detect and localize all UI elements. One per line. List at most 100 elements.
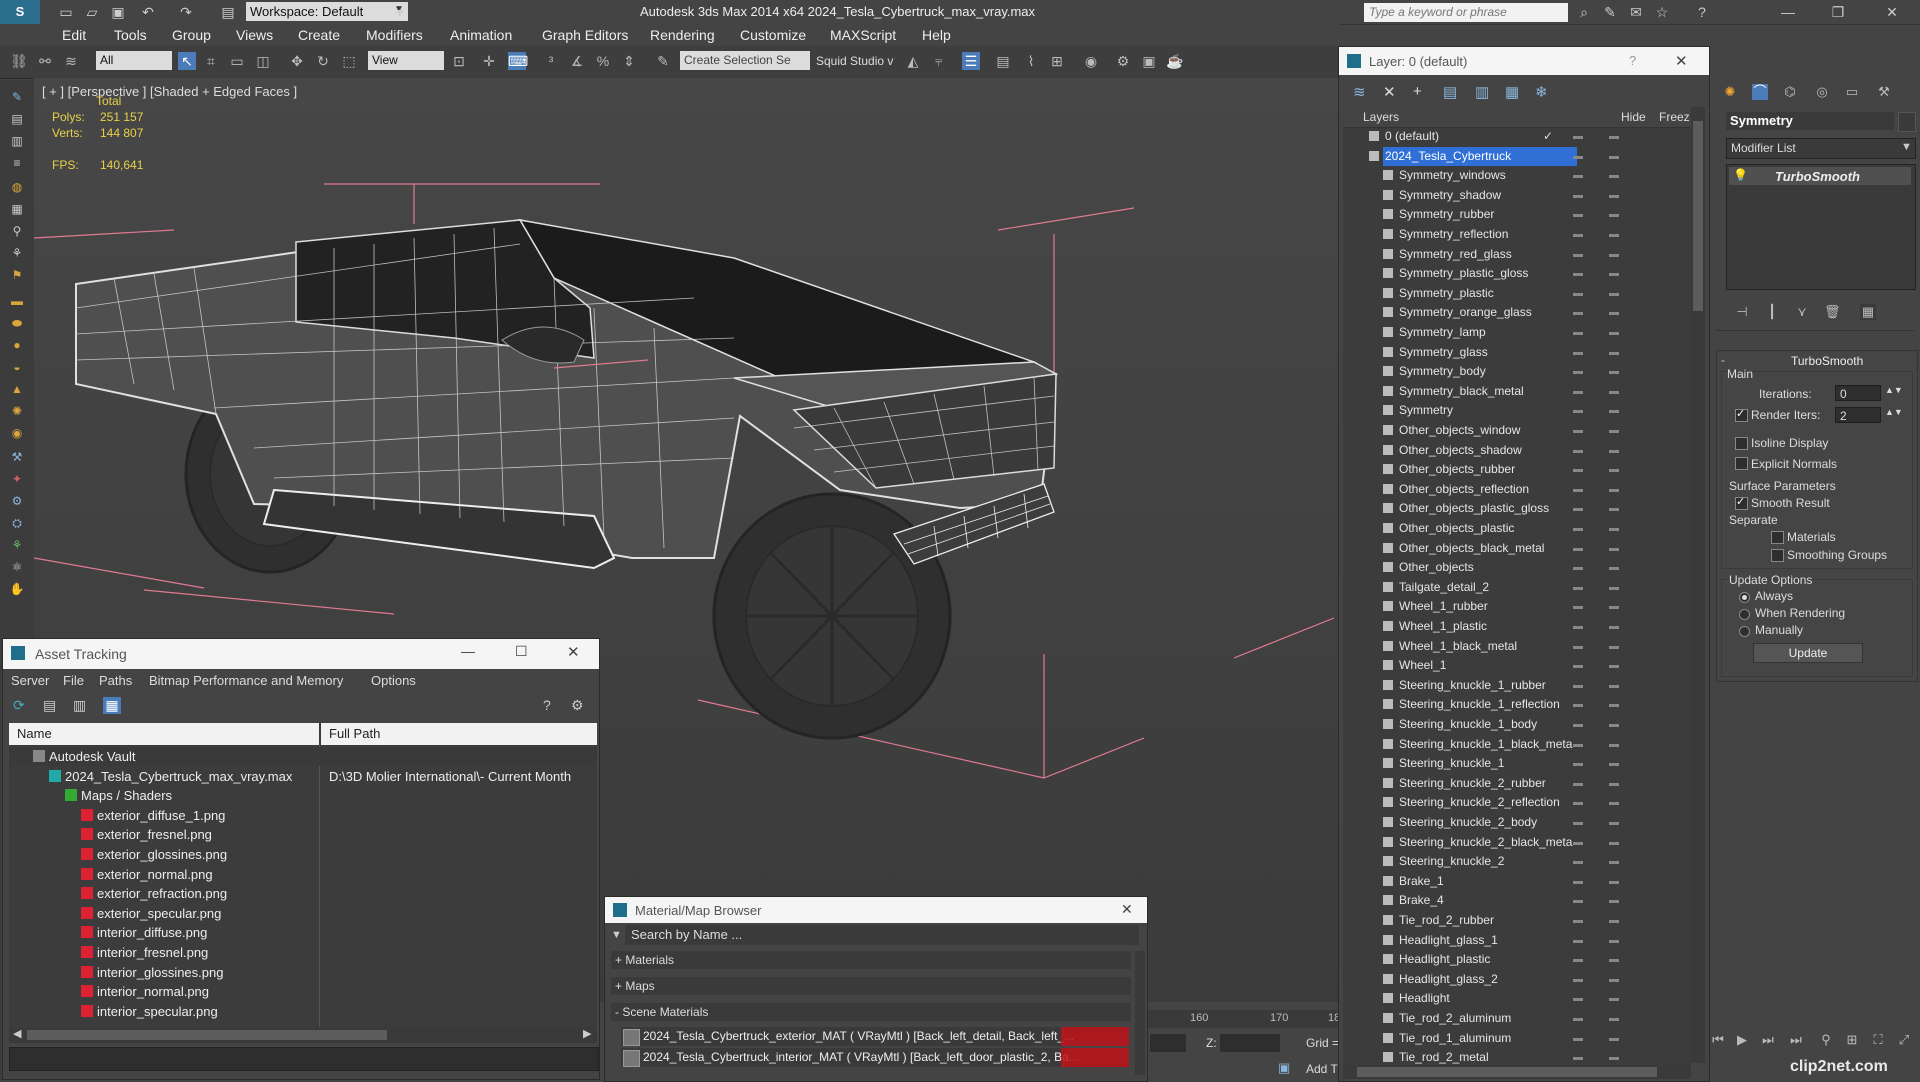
- render-setup-icon[interactable]: ⚙: [1114, 52, 1132, 70]
- layer-object-row[interactable]: Steering_knuckle_2_body ▬ ▬: [1349, 813, 1689, 832]
- layer-object-row[interactable]: Symmetry_red_glass ▬ ▬: [1349, 245, 1689, 264]
- favorites-star-icon[interactable]: ☆: [1654, 4, 1670, 20]
- hide-toggle-icon[interactable]: ▬: [1573, 735, 1583, 754]
- hide-toggle-icon[interactable]: ▬: [1573, 813, 1583, 832]
- mirror-icon[interactable]: ◭: [904, 52, 922, 70]
- freeze-toggle-icon[interactable]: ▬: [1609, 656, 1619, 675]
- layer-row-selected[interactable]: 2024_Tesla_Cybertruck ▬ ▬: [1349, 146, 1689, 166]
- scene-material-interior[interactable]: 2024_Tesla_Cybertruck_interior_MAT ( VRa…: [621, 1048, 1129, 1067]
- freeze-toggle-icon[interactable]: ▬: [1609, 421, 1619, 440]
- project-folder-icon[interactable]: ▤: [220, 4, 236, 20]
- freeze-toggle-icon[interactable]: ▬: [1609, 323, 1619, 342]
- layer-object-row[interactable]: Other_objects_plastic ▬ ▬: [1349, 519, 1689, 538]
- render-iters-checkbox[interactable]: [1735, 407, 1748, 422]
- hide-toggle-icon[interactable]: ▬: [1573, 578, 1583, 597]
- freeze-toggle-icon[interactable]: ▬: [1609, 166, 1619, 185]
- select-by-name-icon[interactable]: ⌗: [202, 52, 220, 70]
- asset-hscrollbar[interactable]: ◀ ▶: [9, 1027, 597, 1043]
- motion-tab-icon[interactable]: ◎: [1814, 84, 1830, 100]
- layer-object-row[interactable]: Steering_knuckle_1_body ▬ ▬: [1349, 715, 1689, 734]
- tool-13-icon[interactable]: ◒: [8, 360, 26, 376]
- hide-toggle-icon[interactable]: ▬: [1573, 676, 1583, 695]
- layer-object-row[interactable]: Headlight_glass_1 ▬ ▬: [1349, 931, 1689, 950]
- layer-object-row[interactable]: Symmetry_plastic ▬ ▬: [1349, 284, 1689, 303]
- hide-toggle-icon[interactable]: ▬: [1573, 793, 1583, 812]
- bind-spacewarp-icon[interactable]: ≋: [62, 52, 80, 70]
- asset-row[interactable]: Maps / Shaders: [9, 786, 597, 805]
- layer-object-row[interactable]: Steering_knuckle_1_reflection ▬ ▬: [1349, 695, 1689, 714]
- asset-refresh-icon[interactable]: ⟳: [13, 697, 25, 714]
- hide-toggle-icon[interactable]: ▬: [1573, 637, 1583, 656]
- asset-row[interactable]: interior_normal.png: [9, 982, 597, 1001]
- freeze-toggle-icon[interactable]: ▬: [1609, 735, 1619, 754]
- tool-5-icon[interactable]: ◍: [8, 180, 26, 196]
- utilities-tab-icon[interactable]: ⚒: [1876, 84, 1892, 100]
- layer-object-row[interactable]: Other_objects_reflection ▬ ▬: [1349, 480, 1689, 499]
- bulb-icon[interactable]: 💡: [1733, 168, 1748, 182]
- asset-table-view-icon[interactable]: ▦: [103, 697, 121, 714]
- tool-11-icon[interactable]: ⬬: [8, 316, 26, 332]
- play-icon[interactable]: ▶: [1734, 1032, 1750, 1048]
- asset-col-path-header[interactable]: Full Path: [321, 723, 597, 745]
- freeze-toggle-icon[interactable]: ▬: [1609, 441, 1619, 460]
- tool-12-icon[interactable]: ●: [8, 338, 26, 354]
- graphite-icon[interactable]: ▤: [994, 52, 1012, 70]
- asset-row[interactable]: exterior_normal.png: [9, 865, 597, 884]
- align-icon[interactable]: ⫧: [930, 52, 948, 70]
- freeze-toggle-icon[interactable]: ▬: [1609, 205, 1619, 224]
- pivot-center-icon[interactable]: ⊡: [450, 52, 468, 70]
- tool-16-icon[interactable]: ◉: [8, 426, 26, 442]
- update-manually-radio[interactable]: [1739, 626, 1750, 637]
- make-unique-icon[interactable]: ⋎: [1794, 304, 1810, 320]
- menu-graph-editors[interactable]: Graph Editors: [542, 27, 628, 43]
- layer-titlebar[interactable]: Layer: 0 (default) ? ✕: [1339, 47, 1709, 75]
- layer-object-row[interactable]: Steering_knuckle_2 ▬ ▬: [1349, 852, 1689, 871]
- asset-row[interactable]: exterior_diffuse_1.png: [9, 806, 597, 825]
- hide-toggle-icon[interactable]: ▬: [1573, 303, 1583, 322]
- maximize-viewport-icon[interactable]: ⤢: [1896, 1032, 1912, 1048]
- rollout-title[interactable]: TurboSmooth: [1791, 354, 1863, 368]
- spinner-snap-icon[interactable]: ⇕: [620, 52, 638, 70]
- layer-object-row[interactable]: Brake_1 ▬ ▬: [1349, 872, 1689, 891]
- hide-toggle-icon[interactable]: ▬: [1573, 362, 1583, 381]
- asset-row[interactable]: interior_diffuse.png: [9, 923, 597, 942]
- menu-tools[interactable]: Tools: [114, 27, 147, 43]
- freeze-toggle-icon[interactable]: ▬: [1609, 401, 1619, 420]
- highlight-layer-icon[interactable]: ▥: [1475, 83, 1489, 101]
- rendered-frame-icon[interactable]: ▣: [1140, 52, 1158, 70]
- freeze-toggle-icon[interactable]: ▬: [1609, 852, 1619, 871]
- layer-object-row[interactable]: Tie_rod_2_rubber ▬ ▬: [1349, 911, 1689, 930]
- layer-object-row[interactable]: Symmetry_reflection ▬ ▬: [1349, 225, 1689, 244]
- asset-help-icon[interactable]: ?: [543, 697, 551, 713]
- layer-help-icon[interactable]: ?: [1629, 53, 1636, 68]
- asset-menu-paths[interactable]: Paths: [99, 673, 132, 688]
- menu-create[interactable]: Create: [298, 27, 340, 43]
- go-to-end-icon[interactable]: ⏭: [1788, 1032, 1804, 1048]
- layer-object-row[interactable]: Other_objects_plastic_gloss ▬ ▬: [1349, 499, 1689, 518]
- hide-toggle-icon[interactable]: ▬: [1573, 833, 1583, 852]
- menu-help[interactable]: Help: [922, 27, 951, 43]
- close-icon[interactable]: ✕: [1884, 4, 1900, 20]
- material-browser-scrollbar[interactable]: [1135, 951, 1145, 1075]
- schematic-view-icon[interactable]: ⊞: [1048, 52, 1066, 70]
- hide-toggle-icon[interactable]: ▬: [1573, 891, 1583, 910]
- freeze-toggle-icon[interactable]: ▬: [1609, 754, 1619, 773]
- pin-stack-icon[interactable]: ⊣: [1734, 304, 1750, 320]
- section-maps[interactable]: + Maps: [611, 977, 1131, 995]
- app-logo-icon[interactable]: S: [0, 0, 40, 24]
- freeze-toggle-icon[interactable]: ▬: [1609, 558, 1619, 577]
- select-in-layer-icon[interactable]: ▤: [1443, 83, 1457, 101]
- hide-toggle-icon[interactable]: ▬: [1573, 499, 1583, 518]
- window-crossing-icon[interactable]: ◫: [254, 52, 272, 70]
- update-when-rendering-radio[interactable]: [1739, 609, 1750, 620]
- asset-menu-bitmap[interactable]: Bitmap Performance and Memory: [149, 673, 343, 688]
- col-hide[interactable]: Hide: [1621, 110, 1646, 124]
- add-to-layer-icon[interactable]: +: [1413, 83, 1422, 100]
- hide-toggle-icon[interactable]: ▬: [1573, 656, 1583, 675]
- layer-row-default[interactable]: 0 (default) ▬ ▬ ✓: [1349, 127, 1689, 146]
- layer-object-row[interactable]: Symmetry_rubber ▬ ▬: [1349, 205, 1689, 224]
- layer-object-row[interactable]: Brake_4 ▬ ▬: [1349, 891, 1689, 910]
- keyboard-shortcut-icon[interactable]: ⌨: [508, 52, 528, 70]
- create-tab-icon[interactable]: ✺: [1722, 84, 1738, 100]
- object-name-field[interactable]: Symmetry: [1726, 112, 1894, 130]
